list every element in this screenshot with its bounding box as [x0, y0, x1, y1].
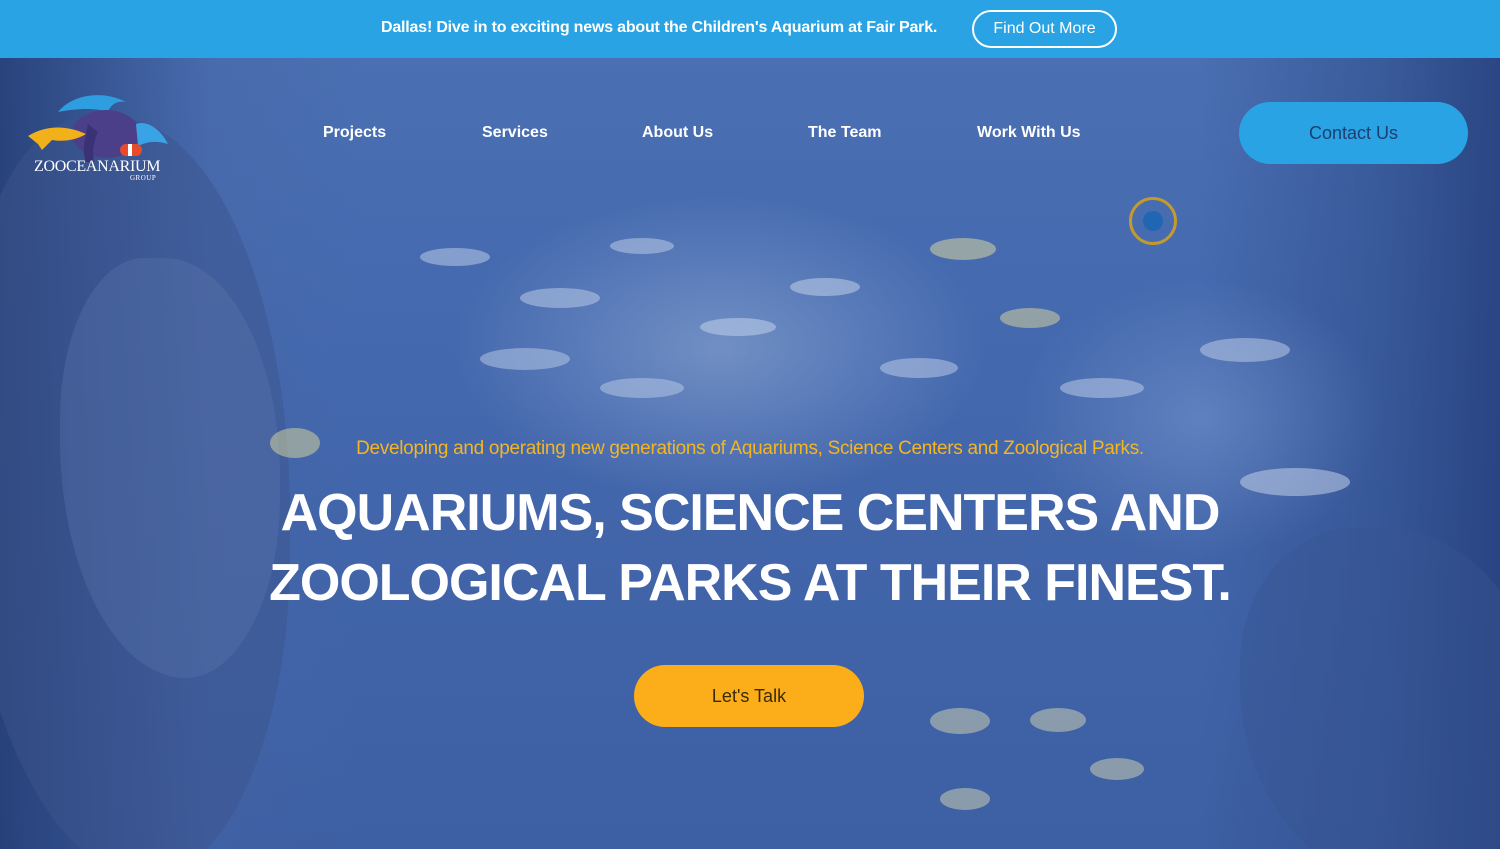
fish-decoration	[1000, 308, 1060, 328]
hotspot-dot-icon	[1143, 211, 1163, 231]
fish-decoration	[700, 318, 776, 336]
hero-headline-line-2: ZOOLOGICAL PARKS AT THEIR FINEST.	[269, 554, 1232, 612]
fish-decoration	[1200, 338, 1290, 362]
nav-projects[interactable]: Projects	[323, 124, 386, 142]
fish-decoration	[480, 348, 570, 370]
contact-us-button[interactable]: Contact Us	[1239, 102, 1468, 164]
fish-decoration	[1060, 378, 1144, 398]
fish-decoration	[600, 378, 684, 398]
find-out-more-button[interactable]: Find Out More	[972, 10, 1117, 48]
fish-decoration	[930, 238, 996, 260]
zooceanarium-logo[interactable]: ZOOCEANARIUM GROUP	[28, 84, 170, 184]
nav-services[interactable]: Services	[482, 124, 548, 142]
fish-decoration	[610, 238, 674, 254]
fish-decoration	[880, 358, 958, 378]
hero-tagline: Developing and operating new generations…	[356, 438, 1144, 459]
nav-the-team[interactable]: The Team	[808, 124, 882, 142]
fish-decoration	[520, 288, 600, 308]
hotspot-marker[interactable]	[1129, 197, 1177, 245]
lets-talk-button[interactable]: Let's Talk	[634, 665, 864, 727]
fish-decoration	[790, 278, 860, 296]
fish-decoration	[930, 708, 990, 734]
nav-work-with-us[interactable]: Work With Us	[977, 124, 1081, 142]
hero-headline: AQUARIUMS, SCIENCE CENTERS AND ZOOLOGICA…	[0, 478, 1500, 618]
fish-decoration	[420, 248, 490, 266]
hero-headline-line-1: AQUARIUMS, SCIENCE CENTERS AND	[280, 484, 1221, 542]
announcement-text: Dallas! Dive in to exciting news about t…	[381, 19, 938, 36]
fish-decoration	[1030, 708, 1086, 732]
announcement-bar: Dallas! Dive in to exciting news about t…	[0, 0, 1500, 58]
fish-decoration	[940, 788, 990, 810]
nav-about-us[interactable]: About Us	[642, 124, 713, 142]
fish-decoration	[1090, 758, 1144, 780]
logo-subtitle: GROUP	[130, 174, 157, 182]
animal-silhouettes-icon	[28, 95, 168, 162]
